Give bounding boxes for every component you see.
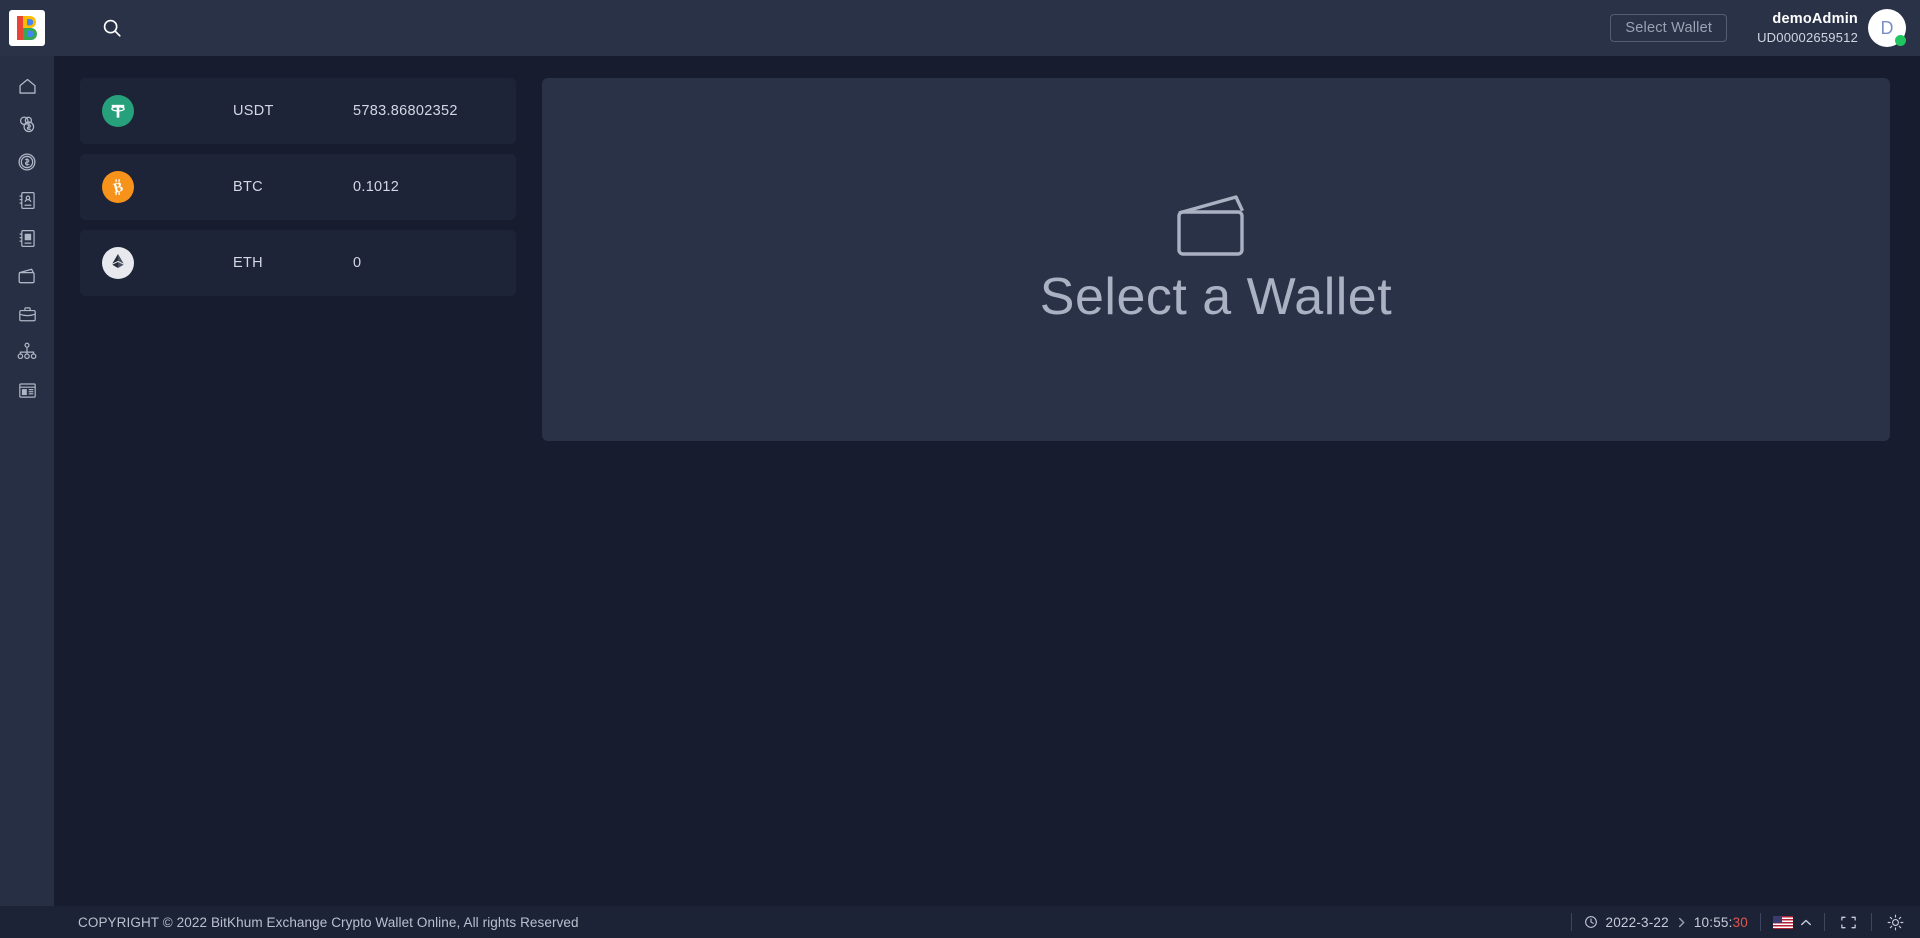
asset-row-usdt[interactable]: USDT 5783.86802352	[80, 78, 516, 144]
asset-amount: 0.1012	[353, 179, 400, 195]
brightness-icon	[1887, 914, 1903, 930]
app-root: Select Wallet demoAdmin UD00002659512 D	[0, 0, 1920, 938]
footer-status-tray: 2022-3-22 10:55:30	[1559, 912, 1906, 932]
footer-time: 10:55:30	[1694, 915, 1748, 930]
report-icon	[18, 382, 36, 398]
asset-list: USDT 5783.86802352 B BTC 0.1012 ETH 0	[80, 78, 516, 906]
brightness-button[interactable]	[1884, 912, 1906, 932]
search-icon	[103, 19, 121, 37]
content-area: USDT 5783.86802352 B BTC 0.1012 ETH 0 Se…	[54, 56, 1920, 906]
ethereum-glyph	[112, 254, 124, 268]
briefcase-icon	[18, 306, 36, 321]
footer: COPYRIGHT © 2022 BitKhum Exchange Crypto…	[0, 906, 1920, 938]
sidebar	[0, 56, 54, 906]
app-logo[interactable]	[0, 0, 54, 56]
top-bar: Select Wallet demoAdmin UD00002659512 D	[0, 0, 1920, 56]
notebook-icon	[19, 229, 35, 247]
empty-state: Select a Wallet	[1040, 193, 1392, 327]
tether-glyph	[111, 104, 125, 118]
sidebar-item-home[interactable]	[7, 74, 47, 98]
address-book-icon	[19, 191, 35, 209]
sidebar-item-wallet[interactable]	[7, 264, 47, 288]
asset-row-eth[interactable]: ETH 0	[80, 230, 516, 296]
asset-amount: 0	[353, 255, 362, 271]
fullscreen-icon	[1840, 916, 1856, 928]
empty-state-title: Select a Wallet	[1039, 267, 1393, 326]
wallet-outline-icon	[1177, 194, 1245, 256]
fullscreen-button[interactable]	[1837, 912, 1859, 932]
wallet-icon	[18, 268, 35, 284]
copyright-text: COPYRIGHT © 2022 BitKhum Exchange Crypto…	[78, 914, 579, 930]
user-id: UD00002659512	[1757, 29, 1858, 45]
avatar-wrapper[interactable]: D	[1868, 9, 1906, 47]
search-button[interactable]	[84, 0, 140, 56]
sidebar-item-address-book[interactable]	[7, 188, 47, 212]
bitcoin-icon: B	[102, 171, 134, 203]
ethereum-icon	[102, 247, 134, 279]
footer-date: 2022-3-22	[1605, 914, 1669, 930]
coins-icon	[19, 116, 35, 133]
sidebar-item-organization[interactable]	[7, 340, 47, 364]
online-status-dot	[1895, 35, 1906, 46]
home-icon	[18, 78, 36, 94]
clock-icon	[1585, 916, 1598, 928]
user-text-block: demoAdmin UD00002659512	[1757, 11, 1858, 46]
clock-widget[interactable]: 2022-3-22 10:55:30	[1584, 915, 1748, 930]
select-wallet-button[interactable]: Select Wallet	[1610, 14, 1728, 42]
wallet-detail-panel: Select a Wallet	[542, 78, 1890, 441]
asset-symbol: BTC	[233, 179, 263, 195]
language-selector[interactable]	[1773, 915, 1812, 930]
sidebar-item-currency[interactable]	[7, 150, 47, 174]
tether-icon	[102, 95, 134, 127]
footer-divider	[1871, 913, 1872, 931]
dollar-coin-icon	[18, 153, 36, 171]
footer-divider	[1760, 913, 1761, 931]
bitkhum-b-logo-icon	[17, 16, 37, 40]
body-row: USDT 5783.86802352 B BTC 0.1012 ETH 0 Se…	[0, 56, 1920, 906]
user-name: demoAdmin	[1772, 10, 1858, 27]
user-profile[interactable]: demoAdmin UD00002659512 D	[1757, 9, 1906, 47]
asset-amount: 5783.86802352	[353, 103, 458, 119]
footer-time-hm: 10:55:	[1693, 914, 1733, 930]
footer-divider	[1824, 913, 1825, 931]
footer-divider	[1571, 913, 1573, 931]
asset-symbol: USDT	[233, 103, 274, 119]
us-flag-icon	[1773, 915, 1793, 929]
asset-row-btc[interactable]: B BTC 0.1012	[80, 154, 516, 220]
org-chart-icon	[17, 342, 37, 360]
sidebar-item-ledger[interactable]	[7, 226, 47, 250]
sidebar-item-reports[interactable]	[7, 378, 47, 402]
sidebar-item-coins[interactable]	[7, 112, 47, 136]
chevron-right-icon	[1676, 916, 1687, 929]
asset-symbol: ETH	[233, 255, 263, 271]
logo-tile	[9, 10, 45, 46]
bitcoin-glyph: B	[112, 179, 126, 197]
sidebar-item-portfolio[interactable]	[7, 302, 47, 326]
footer-time-seconds: 30	[1732, 914, 1748, 930]
chevron-up-icon	[1800, 915, 1812, 930]
